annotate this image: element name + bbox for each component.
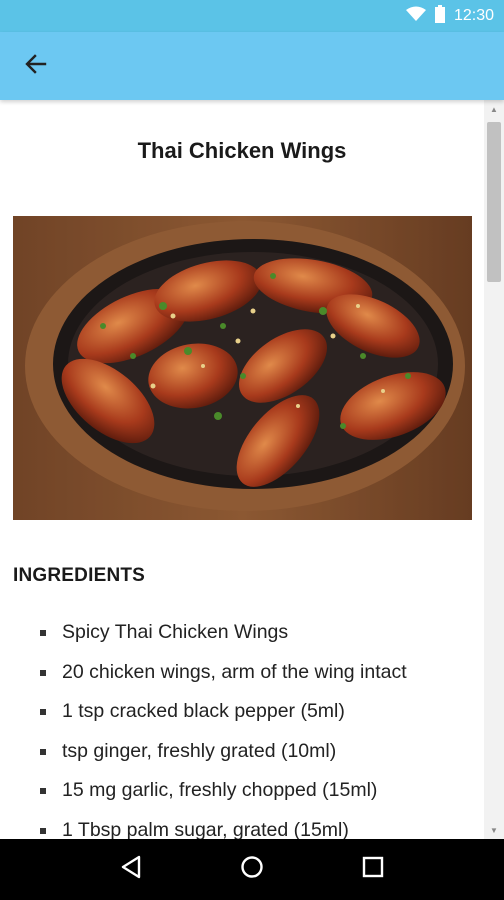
recipe-title: Thai Chicken Wings [137, 138, 347, 163]
ingredient-text: 1 tsp cracked black pepper (5ml) [62, 700, 345, 722]
recipe-content[interactable]: Thai Chicken Wings INGREDIENTS Spicy Tha… [0, 100, 484, 839]
back-triangle-icon [120, 855, 142, 884]
list-item: 1 tsp cracked black pepper (5ml) [40, 697, 480, 737]
ingredient-text: Spicy Thai Chicken Wings [62, 621, 289, 643]
list-item: Spicy Thai Chicken Wings [40, 618, 480, 658]
home-circle-icon [240, 855, 264, 884]
food-photo [13, 216, 472, 520]
ingredient-text: 15 mg garlic, freshly chopped (15ml) [62, 779, 378, 801]
ingredient-text: tsp ginger, freshly grated (10ml) [62, 739, 337, 762]
nav-recents-button[interactable] [353, 850, 393, 890]
bullet-icon [40, 669, 46, 676]
ingredient-text: 1 Tbsp palm sugar, grated (15ml) [62, 818, 349, 840]
app-bar [0, 32, 504, 100]
bullet-icon [40, 748, 46, 755]
nav-home-button[interactable] [232, 850, 272, 890]
recents-square-icon [362, 856, 384, 883]
back-button[interactable] [18, 48, 54, 84]
list-item: 20 chicken wings, arm of the wing intact [40, 658, 480, 698]
list-item: tsp ginger, freshly grated (10ml) [40, 737, 480, 777]
bullet-icon [40, 630, 46, 636]
bullet-icon [40, 709, 46, 715]
bullet-icon [40, 827, 46, 834]
system-nav-bar [0, 839, 504, 900]
scroll-down-arrow-icon[interactable]: ▼ [484, 823, 504, 837]
scroll-thumb[interactable] [487, 122, 501, 282]
battery-icon [434, 4, 446, 28]
bullet-icon [40, 788, 46, 794]
list-item: 1 Tbsp palm sugar, grated (15ml) [40, 816, 480, 840]
status-time: 12:30 [453, 7, 494, 24]
arrow-back-icon [25, 53, 47, 80]
nav-back-button[interactable] [111, 850, 151, 890]
scroll-up-arrow-icon[interactable]: ▲ [484, 102, 504, 116]
list-item: 15 mg garlic, freshly chopped (15ml) [40, 776, 480, 816]
ingredients-list: Spicy Thai Chicken Wings 20 chicken wing… [40, 618, 480, 839]
ingredient-text: 20 chicken wings, arm of the wing intact [62, 660, 407, 683]
scrollbar[interactable]: ▲ ▼ [484, 100, 504, 839]
status-bar: 12:30 [0, 0, 504, 32]
ingredients-heading: INGREDIENTS [13, 565, 146, 586]
wifi-icon [405, 6, 426, 27]
